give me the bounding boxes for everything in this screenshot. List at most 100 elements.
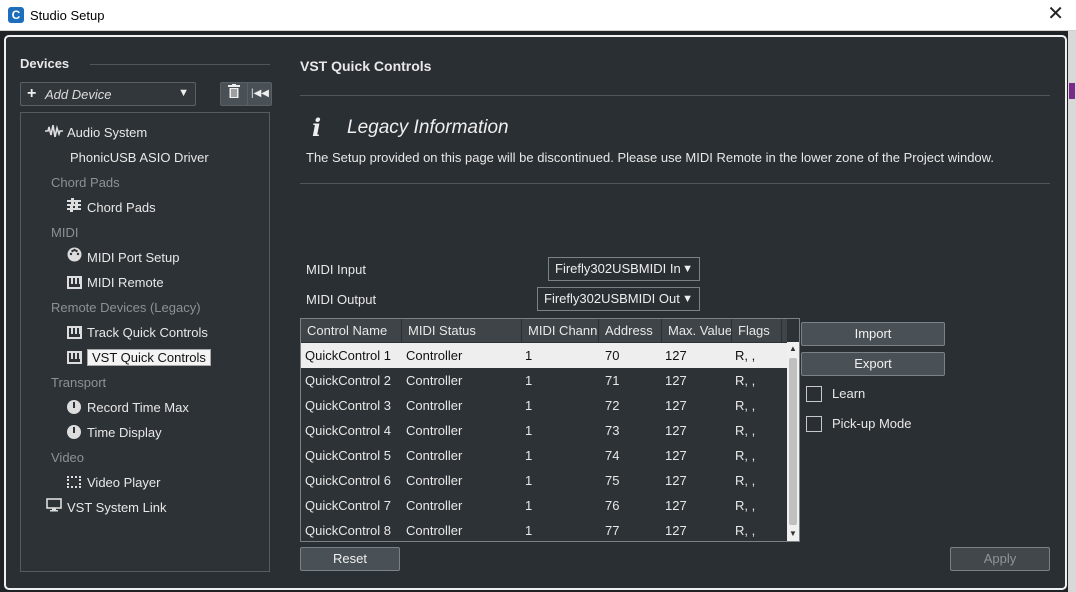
add-device-dropdown[interactable]: + Add Device ▼ bbox=[20, 82, 196, 106]
table-cell: QuickControl 1 bbox=[305, 348, 391, 363]
dropdown-arrow-icon: ▼ bbox=[178, 87, 189, 99]
table-cell: R, , bbox=[735, 398, 756, 413]
table-cell: QuickControl 2 bbox=[305, 373, 391, 388]
tree-item[interactable]: VST System Link bbox=[45, 497, 166, 519]
divider bbox=[90, 64, 270, 65]
table-cell: 1 bbox=[525, 398, 533, 413]
export-button[interactable]: Export bbox=[801, 352, 945, 376]
table-cell: 1 bbox=[525, 448, 533, 463]
learn-label: Learn bbox=[832, 386, 866, 401]
table-cell: QuickControl 6 bbox=[305, 473, 391, 488]
table-cell: 76 bbox=[605, 498, 620, 513]
table-row[interactable]: QuickControl 1 Controller 1 70 127 R, , bbox=[301, 343, 787, 368]
dropdown-arrow-icon: ▼ bbox=[682, 263, 693, 275]
title-bar: C Studio Setup ✕ bbox=[0, 0, 1076, 31]
scroll-up-icon[interactable]: ▲ bbox=[787, 342, 799, 356]
pickup-mode-label: Pick-up Mode bbox=[832, 416, 912, 431]
tree-item[interactable]: MIDI Port Setup bbox=[65, 247, 179, 269]
keyboard-icon bbox=[65, 347, 83, 369]
midi-input-select[interactable]: Firefly302USBMIDI In ▼ bbox=[548, 257, 700, 281]
plus-icon: + bbox=[27, 85, 37, 102]
keyboard-icon bbox=[65, 272, 83, 294]
midi-output-select[interactable]: Firefly302USBMIDI Out ▼ bbox=[537, 287, 700, 311]
tree-item[interactable]: Record Time Max bbox=[65, 397, 189, 419]
tree-category: Chord Pads bbox=[51, 172, 120, 194]
legacy-info-title: Legacy Information bbox=[347, 117, 509, 138]
table-cell: 74 bbox=[605, 448, 620, 463]
learn-checkbox[interactable] bbox=[806, 386, 822, 402]
table-cell: Controller bbox=[406, 498, 463, 513]
tree-item[interactable]: Time Display bbox=[65, 422, 162, 444]
scrollbar-thumb[interactable] bbox=[789, 358, 797, 525]
table-row[interactable]: QuickControl 6 Controller 1 75 127 R, , bbox=[301, 468, 787, 493]
table-scrollbar[interactable]: ▲ ▼ bbox=[787, 342, 799, 541]
table-row[interactable]: QuickControl 3 Controller 1 72 127 R, , bbox=[301, 393, 787, 418]
table-row[interactable]: QuickControl 8 Controller 1 77 127 R, , bbox=[301, 518, 787, 541]
column-header[interactable]: MIDI Status bbox=[402, 319, 522, 342]
table-cell: 1 bbox=[525, 373, 533, 388]
table-cell: 127 bbox=[665, 373, 687, 388]
tree-item[interactable]: VST Quick Controls bbox=[65, 347, 211, 369]
scroll-down-icon[interactable]: ▼ bbox=[787, 527, 799, 541]
table-cell: 77 bbox=[605, 523, 620, 538]
table-cell: 127 bbox=[665, 448, 687, 463]
column-header[interactable]: MIDI Chann bbox=[522, 319, 599, 342]
reset-device-icon[interactable]: |◀◀ bbox=[247, 83, 272, 105]
pickup-mode-checkbox[interactable] bbox=[806, 416, 822, 432]
studio-setup-window: Devices + Add Device ▼ |◀◀ Audio System P… bbox=[4, 35, 1067, 590]
add-device-label: Add Device bbox=[45, 87, 112, 102]
table-row[interactable]: QuickControl 2 Controller 1 71 127 R, , bbox=[301, 368, 787, 393]
tree-item[interactable]: Track Quick Controls bbox=[65, 322, 208, 344]
tree-item[interactable]: Chord Pads bbox=[65, 197, 156, 219]
table-cell: Controller bbox=[406, 373, 463, 388]
table-cell: Controller bbox=[406, 473, 463, 488]
table-cell: 1 bbox=[525, 423, 533, 438]
table-cell: 72 bbox=[605, 398, 620, 413]
tree-item[interactable]: MIDI Remote bbox=[65, 272, 164, 294]
devices-heading: Devices bbox=[20, 56, 70, 71]
table-cell: R, , bbox=[735, 373, 756, 388]
dropdown-arrow-icon: ▼ bbox=[682, 293, 693, 305]
import-button[interactable]: Import bbox=[801, 322, 945, 346]
tree-item-label: Video Player bbox=[87, 475, 161, 490]
tree-item-label: Chord Pads bbox=[51, 175, 120, 190]
table-cell: 75 bbox=[605, 473, 620, 488]
keyboard-icon bbox=[65, 322, 83, 344]
background-marker bbox=[1069, 83, 1075, 99]
table-header: Control Name MIDI Status MIDI Chann Address… bbox=[301, 319, 787, 342]
table-cell: 127 bbox=[665, 523, 687, 538]
table-cell: R, , bbox=[735, 473, 756, 488]
apply-button[interactable]: Apply bbox=[950, 547, 1050, 571]
tree-category: MIDI bbox=[51, 222, 78, 244]
column-header[interactable]: Max. Value bbox=[662, 319, 732, 342]
table-cell: 73 bbox=[605, 423, 620, 438]
midi-input-value: Firefly302USBMIDI In bbox=[555, 261, 681, 276]
table-cell: QuickControl 4 bbox=[305, 423, 391, 438]
pickup-mode-checkbox-row[interactable]: Pick-up Mode bbox=[806, 416, 911, 434]
column-header[interactable]: Control Name bbox=[301, 319, 402, 342]
tree-item[interactable]: Audio System bbox=[45, 122, 147, 144]
table-cell: R, , bbox=[735, 498, 756, 513]
table-row[interactable]: QuickControl 7 Controller 1 76 127 R, , bbox=[301, 493, 787, 518]
table-cell: 127 bbox=[665, 473, 687, 488]
page-title: VST Quick Controls bbox=[300, 58, 432, 74]
table-row[interactable]: QuickControl 4 Controller 1 73 127 R, , bbox=[301, 418, 787, 443]
trash-icon[interactable] bbox=[221, 83, 246, 105]
device-tree: Audio System PhonicUSB ASIO Driver Chord P… bbox=[20, 112, 270, 572]
tree-category: Remote Devices (Legacy) bbox=[51, 297, 201, 319]
table-row[interactable]: QuickControl 5 Controller 1 74 127 R, , bbox=[301, 443, 787, 468]
close-icon[interactable]: ✕ bbox=[1047, 4, 1064, 24]
quick-controls-table: Control Name MIDI Status MIDI Chann Address… bbox=[300, 318, 800, 542]
monitor-icon bbox=[45, 497, 63, 519]
learn-checkbox-row[interactable]: Learn bbox=[806, 386, 865, 404]
clock-icon bbox=[65, 397, 83, 419]
table-cell: 70 bbox=[605, 348, 620, 363]
window-title: Studio Setup bbox=[30, 8, 105, 23]
tree-item[interactable]: Video Player bbox=[65, 472, 160, 494]
column-header[interactable]: Flags bbox=[732, 319, 782, 342]
reset-button[interactable]: Reset bbox=[300, 547, 400, 571]
tree-item[interactable]: PhonicUSB ASIO Driver bbox=[70, 147, 209, 169]
midi-port-icon bbox=[65, 247, 83, 269]
column-header[interactable]: Address bbox=[599, 319, 662, 342]
tree-item-label: MIDI bbox=[51, 225, 79, 240]
